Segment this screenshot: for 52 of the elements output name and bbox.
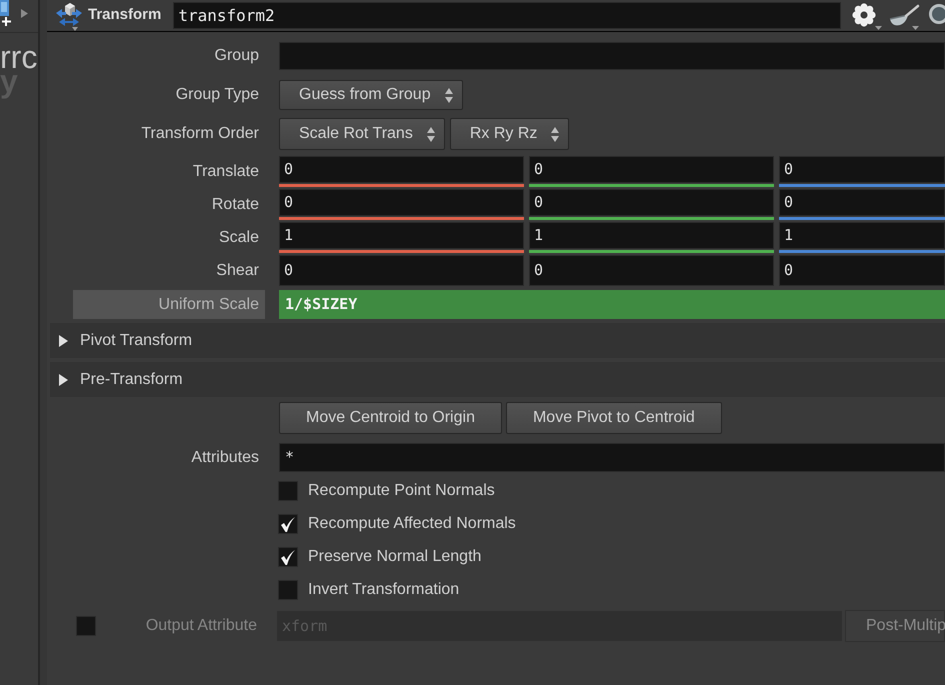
node-type-label: Transform <box>88 5 162 26</box>
node-type-icon[interactable] <box>55 0 83 30</box>
parameter-label: Output Attribute <box>146 616 257 636</box>
parameter-label: Transform Order <box>140 124 260 144</box>
text-field[interactable] <box>279 42 945 70</box>
number-field[interactable]: 0 <box>529 189 774 216</box>
number-field[interactable]: 0 <box>779 156 945 183</box>
dropdown-menu[interactable]: Guess from Group <box>279 80 463 110</box>
parameter-label: Group Type <box>174 85 260 105</box>
up-down-arrows-icon <box>426 126 435 142</box>
parameter-label: Uniform Scale <box>73 290 265 319</box>
settings-icon[interactable] <box>851 2 882 30</box>
folder-header[interactable]: Pivot Transform <box>50 323 945 358</box>
dropdown-menu[interactable]: Scale Rot Trans <box>279 118 445 150</box>
up-down-arrows-icon <box>444 88 453 102</box>
checkbox-label: Recompute Point Normals <box>308 481 495 501</box>
checkbox[interactable] <box>278 481 298 501</box>
checkbox-label: Invert Transformation <box>308 580 460 600</box>
number-field[interactable]: 1 <box>779 222 945 249</box>
action-button[interactable]: Move Centroid to Origin <box>279 402 502 434</box>
number-field[interactable]: 1 <box>529 222 774 249</box>
number-field[interactable]: 0 <box>779 255 945 286</box>
parameter-label: Attributes <box>190 448 260 468</box>
parameter-label: Rotate <box>210 194 260 214</box>
action-button[interactable]: Move Pivot to Centroid <box>506 402 722 434</box>
folder-header[interactable]: Pre-Transform <box>50 362 945 397</box>
checkbox-label: Preserve Normal Length <box>308 547 482 567</box>
number-field[interactable]: 1 <box>279 222 524 249</box>
checkbox-label: Recompute Affected Normals <box>308 514 516 534</box>
number-field[interactable]: 0 <box>529 156 774 183</box>
parameter-label: Group <box>214 46 260 66</box>
node-name-field[interactable]: transform2 <box>173 2 841 29</box>
number-field[interactable]: 0 <box>279 189 524 216</box>
expression-field[interactable]: 1/$SIZEY <box>279 290 945 319</box>
expand-arrow-icon[interactable] <box>21 9 28 18</box>
checkmark-icon <box>281 516 295 532</box>
parameter-label: Translate <box>192 162 260 182</box>
number-field[interactable]: 0 <box>779 189 945 216</box>
up-down-arrows-icon <box>551 126 560 142</box>
parameter-label: Scale <box>218 228 260 248</box>
add-node-icon[interactable] <box>0 0 11 27</box>
number-field[interactable]: 0 <box>279 255 524 286</box>
number-field[interactable]: 0 <box>529 255 774 286</box>
parameter-label: Shear <box>215 260 260 280</box>
dropdown-menu[interactable]: Rx Ry Rz <box>450 118 570 150</box>
checkbox[interactable] <box>278 547 298 567</box>
checkmark-icon <box>281 550 295 564</box>
checkbox[interactable] <box>278 514 298 534</box>
text-field[interactable]: * <box>279 443 945 472</box>
checkbox[interactable] <box>278 580 298 600</box>
wok-icon[interactable] <box>889 2 920 30</box>
number-field[interactable]: 0 <box>279 156 524 183</box>
